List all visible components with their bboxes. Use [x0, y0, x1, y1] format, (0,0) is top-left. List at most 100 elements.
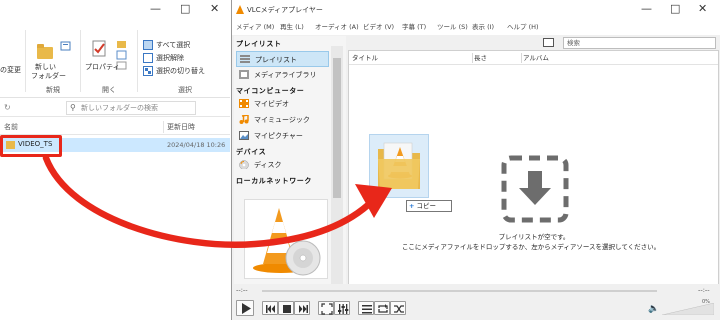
album-art-panel [244, 199, 328, 279]
picture-icon [239, 131, 249, 140]
loop-button[interactable] [374, 301, 390, 315]
extended-settings-button[interactable] [334, 301, 350, 315]
sidebar-scrollbar[interactable] [331, 46, 343, 290]
menu-help[interactable]: ヘルプ (H) [507, 20, 539, 35]
copy-tooltip-text: コピー [416, 202, 437, 210]
properties-label[interactable]: プロパティ [85, 63, 120, 72]
column-title[interactable]: タイトル [352, 51, 378, 65]
time-elapsed: --:-- [236, 286, 248, 294]
new-folder-icon[interactable] [37, 44, 53, 59]
explorer-ribbon: — □ ✕ の変更 新しい フォルダー 新規 プロパティ 開く すべて選択 選択… [0, 0, 230, 98]
column-date[interactable]: 更新日時 [167, 122, 195, 132]
select-none-button[interactable]: 選択解除 [156, 54, 184, 63]
vlc-maximize-icon[interactable]: □ [670, 2, 680, 16]
copy-tooltip: + コピー [406, 200, 452, 212]
vlc-menu-bar: メディア (M) 再生 (L) オーディオ (A) ビデオ (V) 字幕 (T)… [232, 20, 720, 35]
close-icon[interactable]: ✕ [210, 2, 219, 16]
playlist-column-headers: タイトル 長さ アルバム [349, 51, 718, 65]
explorer-column-headers: 名前 更新日時 [0, 117, 230, 135]
play-button[interactable] [236, 300, 254, 316]
playlist-search-input[interactable]: 検索 [563, 37, 716, 49]
menu-playback[interactable]: 再生 (L) [280, 20, 304, 35]
menu-media[interactable]: メディア (M) [236, 20, 274, 35]
library-icon [239, 70, 249, 79]
playlist-icon [240, 55, 250, 63]
shuffle-button[interactable] [390, 301, 406, 315]
dragged-folder [369, 134, 429, 198]
new-folder-label-2[interactable]: フォルダー [31, 72, 66, 81]
seek-bar[interactable] [262, 290, 657, 292]
sidebar-item-library-label: メディアライブラリ [254, 71, 317, 79]
sidebar-item-disc[interactable]: ディスク [236, 157, 329, 173]
new-folder-label-1[interactable]: 新しい [35, 63, 56, 72]
section-playlist: プレイリスト [236, 40, 282, 48]
refresh-icon[interactable]: ↻ [4, 103, 11, 112]
section-devices: デバイス [236, 148, 267, 156]
vlc-close-icon[interactable]: ✕ [698, 2, 707, 16]
properties-icon[interactable] [92, 40, 108, 58]
explorer-search-input[interactable]: ⚲ 新しいフォルダーの検索 [66, 101, 196, 115]
drop-download-icon [501, 155, 569, 223]
vlc-title-bar: VLCメディアプレイヤー — □ ✕ [232, 0, 720, 20]
section-lan: ローカルネットワーク [236, 177, 312, 185]
group-select-label: 選択 [178, 86, 192, 94]
stop-button[interactable] [278, 301, 294, 315]
music-icon [239, 115, 249, 124]
menu-tools[interactable]: ツール (S) [437, 20, 468, 35]
fullscreen-button[interactable] [318, 301, 334, 315]
volume-slider[interactable]: 0% [661, 299, 715, 316]
menu-view[interactable]: 表示 (I) [472, 20, 494, 35]
sidebar-item-my-pictures[interactable]: マイピクチャー [236, 128, 329, 144]
explorer-search-placeholder: 新しいフォルダーの検索 [81, 104, 158, 112]
ribbon-organize-label[interactable]: の変更 [0, 66, 21, 75]
sidebar-item-playlist[interactable]: プレイリスト [236, 51, 329, 67]
sidebar-item-my-videos[interactable]: マイビデオ [236, 96, 329, 112]
sidebar-item-library[interactable]: メディアライブラリ [236, 67, 329, 83]
sidebar-item-disc-label: ディスク [254, 161, 282, 169]
select-all-icon[interactable] [143, 40, 153, 50]
column-album[interactable]: アルバム [523, 51, 549, 65]
column-name[interactable]: 名前 [4, 122, 18, 132]
volume-icon[interactable]: 🔈 [648, 304, 659, 314]
menu-audio[interactable]: オーディオ (A) [315, 20, 359, 35]
selection-highlight-box [0, 135, 62, 157]
group-open-label: 開く [102, 86, 116, 94]
minimize-icon[interactable]: — [150, 2, 161, 16]
column-duration[interactable]: 長さ [474, 51, 487, 65]
new-item-icon[interactable] [60, 40, 72, 52]
invert-select-button[interactable]: 選択の切り替え [156, 67, 205, 76]
file-date: 2024/04/18 10:26 [167, 141, 226, 149]
invert-select-icon[interactable] [143, 66, 153, 76]
vlc-cone-icon [236, 5, 244, 14]
dragged-folder-icon [378, 142, 420, 189]
playlist-view-icon[interactable] [543, 38, 554, 47]
time-total: --:-- [698, 286, 710, 294]
vlc-minimize-icon[interactable]: — [641, 2, 652, 16]
menu-video[interactable]: ビデオ (V) [363, 20, 394, 35]
sidebar-item-my-music[interactable]: マイミュージック [236, 112, 329, 128]
maximize-icon[interactable]: □ [180, 2, 190, 16]
file-explorer-window: — □ ✕ の変更 新しい フォルダー 新規 プロパティ 開く すべて選択 選択… [0, 0, 230, 320]
select-none-icon[interactable] [143, 53, 153, 63]
group-new-label: 新規 [46, 86, 60, 94]
vlc-title-text: VLCメディアプレイヤー [247, 6, 323, 14]
menu-subtitle[interactable]: 字幕 (T) [402, 20, 426, 35]
disc-icon [239, 160, 249, 169]
sidebar-item-my-videos-label: マイビデオ [254, 100, 289, 108]
previous-button[interactable] [262, 301, 278, 315]
empty-playlist-line1: プレイリストが空です。 [498, 233, 570, 241]
search-icon: ⚲ [70, 103, 76, 112]
volume-value: 0% [702, 299, 710, 305]
sidebar-item-my-music-label: マイミュージック [254, 116, 310, 124]
playlist-toggle-button[interactable] [358, 301, 374, 315]
select-all-button[interactable]: すべて選択 [156, 41, 190, 50]
sidebar-item-my-pictures-label: マイピクチャー [254, 132, 303, 140]
empty-playlist-line2: ここにメディアファイルをドロップするか、左からメディアソースを選択してください。 [401, 243, 661, 251]
copy-plus-icon: + [409, 202, 415, 210]
video-icon [239, 99, 249, 108]
vlc-controls: --:-- --:-- 🔈 0% [232, 284, 720, 320]
section-my-computer: マイコンピューター [236, 87, 305, 95]
vlc-cone-art [253, 208, 321, 276]
vlc-window: VLCメディアプレイヤー — □ ✕ メディア (M) 再生 (L) オーディオ… [231, 0, 720, 320]
next-button[interactable] [294, 301, 310, 315]
